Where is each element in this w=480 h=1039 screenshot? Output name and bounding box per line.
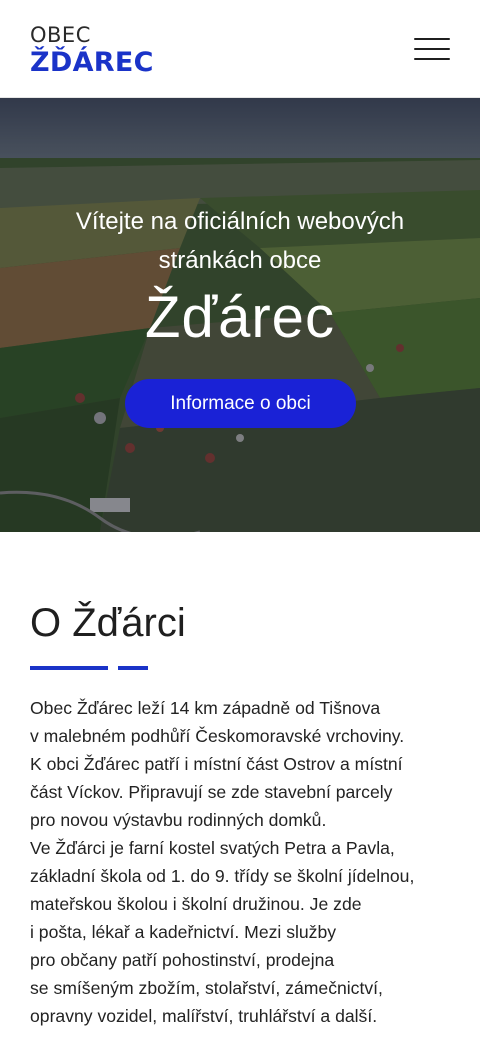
logo-small-text: OBEC: [30, 23, 91, 47]
title-divider-short: [118, 666, 148, 670]
hamburger-menu-icon[interactable]: [414, 36, 452, 62]
hero-banner: Vítejte na oficiálních webových stránkác…: [0, 98, 480, 532]
menu-bar: [414, 38, 450, 40]
about-paragraph: Obec Žďárec leží 14 km západně od Tišnov…: [30, 694, 455, 1030]
info-button[interactable]: Informace o obci: [125, 379, 356, 428]
hero-subtitle-line: stránkách obce: [158, 247, 322, 274]
hero-subtitle-line: Vítejte na oficiálních webových: [75, 208, 405, 235]
hero-subtitle: Vítejte na oficiálních webových stránkác…: [20, 202, 460, 280]
paragraph-line: základní škola od 1. do 9. třídy se škol…: [30, 866, 415, 886]
paragraph-line: opravny vozidel, malířství, truhlářství …: [30, 1006, 378, 1026]
paragraph-line: K obci Žďárec patří i místní část Ostrov…: [30, 754, 403, 774]
paragraph-line: mateřskou školou i školní družinou. Je z…: [30, 894, 362, 914]
paragraph-line: část Víckov. Připravují se zde stavební …: [30, 782, 393, 802]
paragraph-line: pro novou výstavbu rodinných domků.: [30, 810, 327, 830]
hero-title: Žďárec: [145, 285, 335, 350]
logo-big-text: ŽĎÁREC: [30, 47, 154, 78]
menu-bar: [414, 48, 450, 50]
site-logo[interactable]: OBEC ŽĎÁREC: [30, 22, 154, 78]
paragraph-line: Ve Žďárci je farní kostel svatých Petra …: [30, 838, 395, 858]
title-divider: [30, 666, 108, 670]
paragraph-line: v malebném podhůří Českomoravské vrchovi…: [30, 726, 405, 746]
site-header: OBEC ŽĎÁREC: [0, 0, 480, 98]
paragraph-line: Obec Žďárec leží 14 km západně od Tišnov…: [30, 698, 381, 718]
about-title: O Žďárci: [30, 601, 186, 645]
paragraph-line: se smíšeným zbožím, stolařství, zámečnic…: [30, 978, 383, 998]
paragraph-line: pro občany patří pohostinství, prodejna: [30, 950, 335, 970]
paragraph-line: i pošta, lékař a kadeřnictví. Mezi služb…: [30, 922, 337, 942]
menu-bar: [414, 58, 450, 60]
about-section: O Žďárci Obec Žďárec leží 14 km západně …: [0, 532, 480, 1039]
